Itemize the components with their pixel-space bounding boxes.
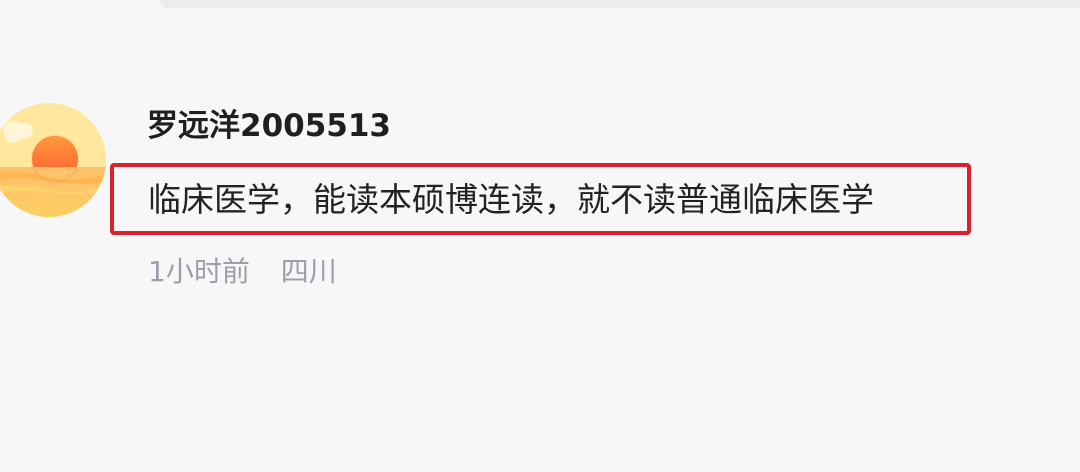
username[interactable]: 罗远洋2005513 bbox=[147, 106, 391, 146]
comment-location: 四川 bbox=[280, 255, 337, 288]
comment-item: 罗远洋2005513 临床医学，能读本硕博连读，就不读普通临床医学 1小时前 四… bbox=[0, 0, 1080, 472]
sunset-avatar-icon bbox=[0, 103, 106, 217]
comment-time: 1小时前 bbox=[148, 255, 250, 288]
comment-text: 临床医学，能读本硕博连读，就不读普通临床医学 bbox=[148, 180, 874, 219]
comment-meta: 1小时前 四川 bbox=[148, 255, 337, 289]
avatar[interactable] bbox=[0, 103, 106, 217]
highlighted-comment-box: 临床医学，能读本硕博连读，就不读普通临床医学 bbox=[110, 163, 971, 235]
